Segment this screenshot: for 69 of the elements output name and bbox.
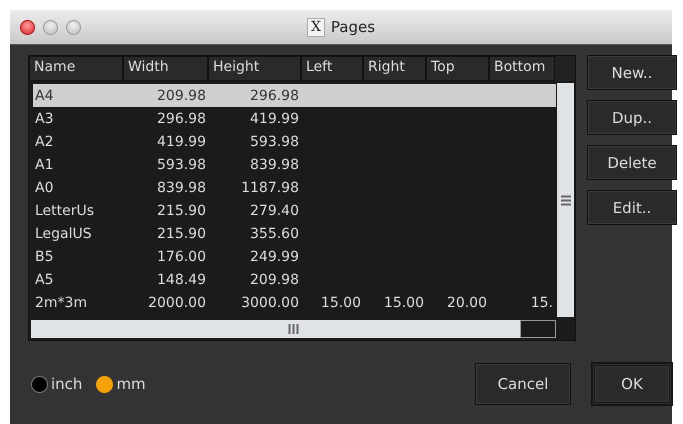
ok-button[interactable]: OK — [594, 365, 670, 403]
column-header[interactable]: Top — [426, 56, 489, 81]
column-header[interactable]: Width — [123, 56, 208, 81]
table-cell-text: 593.98 — [156, 156, 207, 172]
table-cell-text: 2000.00 — [147, 294, 207, 310]
column-header[interactable]: Right — [363, 56, 426, 81]
table-cell-text: 296.98 — [249, 88, 300, 104]
window-title: Pages — [330, 18, 376, 36]
table-row[interactable]: B5 176.00 249.99 — [33, 245, 556, 268]
table-cell-text: 279.40 — [249, 202, 300, 218]
scroll-thumb[interactable] — [520, 320, 556, 338]
table-cell-text: A3 — [34, 110, 54, 126]
table-cell-text: 593.98 — [249, 134, 300, 150]
table-cell-text: A5 — [34, 272, 54, 288]
side-button[interactable]: Delete — [587, 145, 677, 180]
table-cell-text: 3000.00 — [240, 294, 300, 310]
side-button[interactable]: New.. — [587, 55, 677, 90]
column-header[interactable]: Name — [29, 56, 123, 81]
table-row[interactable]: A5 148.49 209.98 — [33, 268, 556, 291]
radio-label[interactable]: mm — [116, 375, 146, 393]
table-cell-text: B5 — [34, 248, 55, 264]
table-cell-text: 15. — [530, 294, 554, 310]
table-cell-text: 148.49 — [156, 272, 207, 288]
grip-icon — [560, 194, 570, 206]
table-cell-text: A0 — [34, 180, 54, 196]
cancel-button[interactable]: Cancel — [475, 363, 571, 405]
horizontal-scrollbar[interactable] — [31, 320, 556, 338]
table-cell-text: 419.99 — [156, 134, 207, 150]
table-row[interactable]: A1 593.98 839.98 — [33, 153, 556, 176]
table-cell-text: 2m*3m — [34, 294, 88, 310]
table-cell-text: LegalUS — [34, 226, 93, 242]
radio-button[interactable] — [31, 376, 48, 392]
table-row[interactable]: A3 296.98 419.99 — [33, 107, 556, 130]
grip-icon — [288, 324, 299, 334]
table-cell-text: 296.98 — [156, 110, 207, 126]
table-cell-text: 355.60 — [249, 226, 300, 242]
table-cell-text: 1187.98 — [240, 180, 300, 196]
side-button[interactable]: Edit.. — [587, 190, 677, 225]
table-cell-text: 20.00 — [446, 294, 488, 310]
column-header[interactable]: Bottom — [489, 56, 555, 81]
table-row[interactable]: LegalUS 215.90 355.60 — [33, 222, 556, 245]
table-row[interactable]: A2 419.99 593.98 — [33, 130, 556, 153]
table-cell-text: 15.00 — [320, 294, 362, 310]
table-row[interactable]: A0 839.98 1187.98 — [33, 176, 556, 199]
app-icon: X — [306, 18, 325, 36]
radio-label[interactable]: inch — [51, 375, 82, 393]
table-row[interactable]: LetterUs 215.90 279.40 — [33, 199, 556, 222]
table-row[interactable]: 2m*3m 2000.00 3000.00 15.00 15.00 20.00 15. — [33, 291, 556, 314]
close-button[interactable] — [20, 20, 35, 34]
table-cell-text: 209.98 — [156, 88, 207, 104]
table-cell-text: 15.00 — [382, 294, 425, 310]
vertical-scrollbar[interactable] — [557, 83, 574, 317]
radio-button[interactable] — [96, 376, 114, 392]
table-cell-text: A4 — [34, 88, 54, 104]
table-cell-text: 215.90 — [156, 202, 207, 218]
table-cell-text: A1 — [34, 156, 54, 172]
table-cell-text: 419.99 — [249, 110, 300, 126]
table-cell-text: 215.90 — [156, 226, 207, 242]
table-row[interactable]: A4 209.98 296.98 — [33, 84, 556, 107]
column-header[interactable]: Left — [301, 56, 363, 81]
table-cell-text: 209.98 — [249, 272, 300, 288]
column-header[interactable]: Height — [208, 56, 301, 81]
side-button[interactable]: Dup.. — [587, 100, 677, 135]
table-cell-text: 839.98 — [156, 180, 207, 196]
table-cell-text: 249.99 — [249, 248, 300, 264]
table-cell-text: LetterUs — [34, 202, 96, 218]
table-cell-text: A2 — [34, 134, 54, 150]
table-cell-text: 839.98 — [249, 156, 300, 172]
table-cell-text: 176.00 — [156, 248, 207, 264]
